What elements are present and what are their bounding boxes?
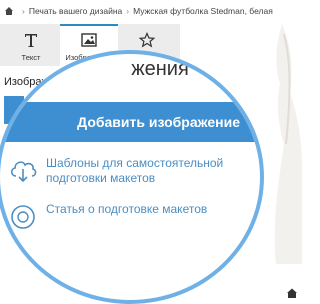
star-icon xyxy=(139,30,155,50)
breadcrumb-separator: › xyxy=(22,6,25,16)
breadcrumb-separator: › xyxy=(126,6,130,16)
breadcrumb-item-print[interactable]: Печать вашего дизайна xyxy=(29,6,122,16)
add-image-button[interactable]: Добавить изображение xyxy=(0,102,260,142)
magnifier-lens: жения Добавить изображение Шаблоны для с… xyxy=(0,50,264,304)
home-icon[interactable] xyxy=(4,6,14,16)
templates-link[interactable]: Шаблоны для самостоятельной подготовки м… xyxy=(8,156,223,186)
article-link[interactable]: Статья о подготовке макетов xyxy=(8,202,207,232)
text-icon xyxy=(23,30,39,50)
image-icon xyxy=(81,30,97,50)
section-title-magnified: жения xyxy=(0,58,260,81)
templates-link-line1[interactable]: Шаблоны для самостоятельной xyxy=(46,156,223,171)
breadcrumb: › Печать вашего дизайна › Мужская футбол… xyxy=(0,0,302,22)
section-title-text: жения xyxy=(131,58,189,80)
article-link-text[interactable]: Статья о подготовке макетов xyxy=(46,202,207,217)
cloud-download-icon xyxy=(10,161,37,183)
tshirt-preview xyxy=(274,24,302,264)
info-icon xyxy=(11,205,35,229)
breadcrumb-item-product[interactable]: Мужская футболка Stedman, белая xyxy=(133,6,273,16)
templates-link-line2[interactable]: подготовки макетов xyxy=(46,171,223,186)
home-small-icon[interactable] xyxy=(286,287,298,299)
